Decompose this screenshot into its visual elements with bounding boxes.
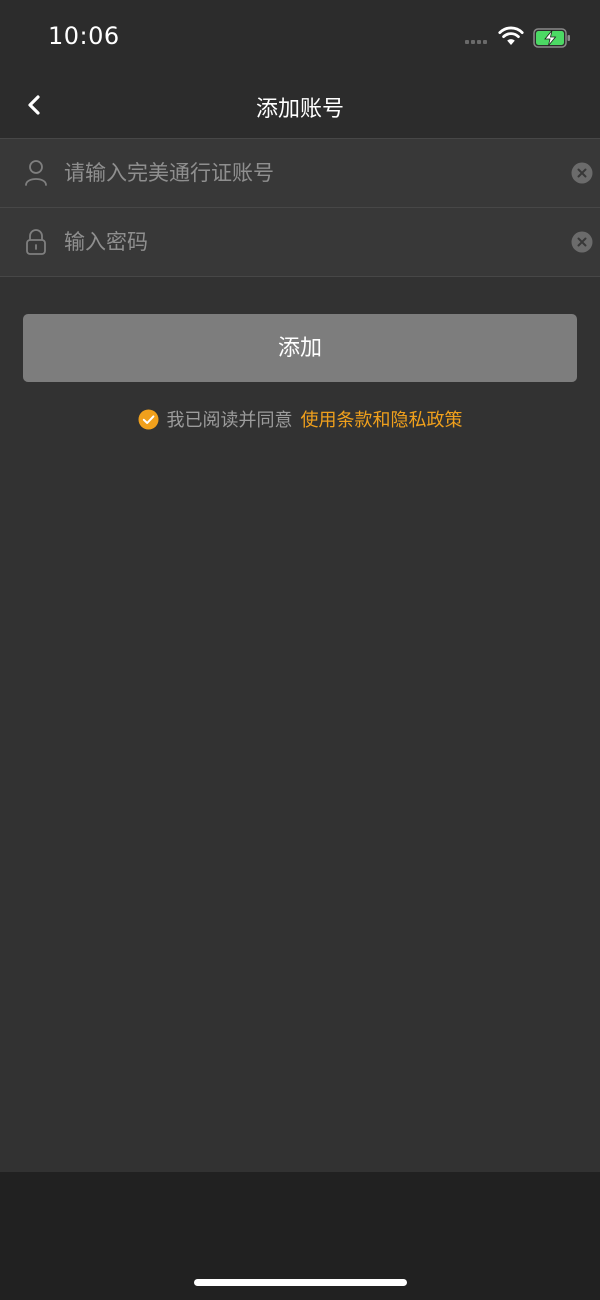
add-button[interactable]: 添加 <box>23 314 577 382</box>
lock-icon <box>26 229 46 255</box>
terms-privacy-link[interactable]: 使用条款和隐私政策 <box>301 406 463 432</box>
signal-dots-icon <box>465 40 491 45</box>
password-row <box>0 208 600 277</box>
account-input[interactable] <box>64 156 544 190</box>
wifi-icon <box>498 26 524 45</box>
status-bar: 10:06 <box>0 0 600 72</box>
home-indicator[interactable] <box>194 1279 407 1286</box>
add-account-screen: 10:06 添加账号 请输入完美通行证账号 添加 我已阅读并同意 使用条款和隐私… <box>0 0 600 1300</box>
password-input[interactable] <box>64 225 544 259</box>
clear-account-icon[interactable] <box>571 162 593 184</box>
clear-password-icon[interactable] <box>571 231 593 253</box>
page-title: 添加账号 <box>255 97 344 122</box>
status-time: 10:06 <box>48 22 120 50</box>
agreement-text: 我已阅读并同意 <box>166 410 293 431</box>
agreement-row: 我已阅读并同意 使用条款和隐私政策 <box>0 406 600 432</box>
user-icon <box>25 160 47 186</box>
battery-charging-icon <box>533 28 570 48</box>
agree-checkbox-checked-icon[interactable] <box>138 409 159 430</box>
account-row <box>0 139 600 208</box>
nav-bar: 添加账号 <box>0 72 600 139</box>
